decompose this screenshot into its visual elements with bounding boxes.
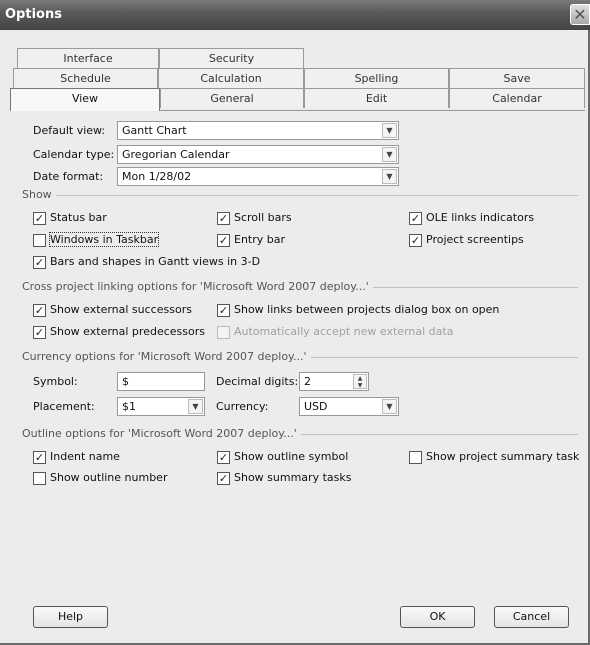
external-predecessors-label: Show external predecessors — [50, 325, 205, 338]
show-group-line — [48, 195, 578, 196]
placement-value: $1 — [122, 400, 136, 413]
bars-3d-label: Bars and shapes in Gantt views in 3-D — [50, 255, 261, 268]
summary-tasks-checkbox[interactable]: ✓ — [217, 472, 230, 485]
external-successors-checkbox[interactable]: ✓ — [33, 304, 46, 317]
spin-down-icon: ▼ — [357, 382, 363, 389]
title-bar: Options ✕ — [0, 0, 590, 30]
external-successors-label: Show external successors — [50, 303, 192, 316]
check-icon: ✓ — [218, 304, 229, 317]
tab-calculation[interactable]: Calculation — [158, 68, 304, 88]
scroll-bars-checkbox[interactable]: ✓ — [217, 212, 230, 225]
check-icon: ✓ — [218, 212, 229, 225]
project-summary-checkbox[interactable] — [409, 451, 422, 464]
chevron-down-icon: ▼ — [382, 123, 397, 138]
tab-edit[interactable]: Edit — [304, 88, 449, 108]
show-group-title: Show — [22, 188, 56, 201]
summary-tasks-label: Show summary tasks — [234, 471, 352, 484]
decimal-digits-value: 2 — [304, 375, 311, 388]
outline-number-label: Show outline number — [50, 471, 168, 484]
calendar-type-value: Gregorian Calendar — [122, 148, 230, 161]
chevron-down-icon: ▼ — [382, 169, 397, 184]
currency-group-title: Currency options for 'Microsoft Word 200… — [22, 350, 311, 363]
date-format-label: Date format: — [33, 170, 104, 183]
chevron-down-icon: ▼ — [382, 399, 397, 414]
date-format-value: Mon 1/28/02 — [122, 170, 192, 183]
chevron-down-icon: ▼ — [382, 147, 397, 162]
dialog-title: Options — [5, 7, 62, 22]
currency-label: Currency: — [216, 400, 269, 413]
cross-project-group-title: Cross project linking options for 'Micro… — [22, 280, 373, 293]
tab-interface[interactable]: Interface — [17, 48, 159, 68]
default-view-label: Default view: — [33, 124, 106, 137]
symbol-label: Symbol: — [33, 375, 78, 388]
tab-schedule[interactable]: Schedule — [13, 68, 158, 88]
check-icon: ✓ — [34, 326, 45, 339]
ole-links-checkbox[interactable]: ✓ — [409, 212, 422, 225]
entry-bar-checkbox[interactable]: ✓ — [217, 234, 230, 247]
show-links-dialog-label: Show links between projects dialog box o… — [234, 303, 500, 316]
check-icon: ✓ — [218, 472, 229, 485]
tab-security[interactable]: Security — [159, 48, 304, 68]
check-icon: ✓ — [410, 212, 421, 225]
tab-general[interactable]: General — [160, 88, 304, 108]
entry-bar-label: Entry bar — [234, 233, 286, 246]
tab-spelling[interactable]: Spelling — [304, 68, 449, 88]
indent-name-checkbox[interactable]: ✓ — [33, 451, 46, 464]
project-summary-label: Show project summary task — [426, 450, 580, 463]
windows-in-taskbar-label: Windows in Taskbar — [48, 232, 160, 247]
check-icon: ✓ — [218, 234, 229, 247]
check-icon: ✓ — [34, 256, 45, 269]
close-icon: ✕ — [573, 4, 587, 24]
date-format-select[interactable]: Mon 1/28/02 ▼ — [117, 167, 399, 186]
auto-accept-label: Automatically accept new external data — [234, 325, 454, 338]
check-icon: ✓ — [34, 212, 45, 225]
check-icon: ✓ — [218, 451, 229, 464]
check-icon: ✓ — [34, 451, 45, 464]
default-view-select[interactable]: Gantt Chart ▼ — [117, 121, 399, 140]
external-predecessors-checkbox[interactable]: ✓ — [33, 326, 46, 339]
ok-button[interactable]: OK — [400, 606, 475, 628]
symbol-value: $ — [122, 375, 129, 388]
cancel-button[interactable]: Cancel — [494, 606, 569, 628]
placement-label: Placement: — [33, 400, 95, 413]
help-button[interactable]: Help — [33, 606, 108, 628]
indent-name-label: Indent name — [50, 450, 120, 463]
check-icon: ✓ — [410, 234, 421, 247]
decimal-digits-stepper[interactable]: 2 ▲ ▼ — [299, 372, 369, 391]
outline-group-title: Outline options for 'Microsoft Word 2007… — [22, 427, 301, 440]
status-bar-label: Status bar — [50, 211, 107, 224]
currency-select[interactable]: USD ▼ — [299, 397, 399, 416]
scroll-bars-label: Scroll bars — [234, 211, 292, 224]
ole-links-label: OLE links indicators — [426, 211, 535, 224]
outline-symbol-label: Show outline symbol — [234, 450, 349, 463]
outline-number-checkbox[interactable] — [33, 472, 46, 485]
check-icon: ✓ — [34, 304, 45, 317]
currency-value: USD — [304, 400, 328, 413]
chevron-down-icon: ▼ — [188, 399, 203, 414]
spin-up-icon: ▲ — [357, 375, 363, 382]
tab-divider — [160, 110, 585, 111]
auto-accept-checkbox[interactable] — [217, 326, 230, 339]
tab-view[interactable]: View — [10, 88, 160, 111]
calendar-type-label: Calendar type: — [33, 148, 115, 161]
calendar-type-select[interactable]: Gregorian Calendar ▼ — [117, 145, 399, 164]
project-screentips-checkbox[interactable]: ✓ — [409, 234, 422, 247]
tab-save[interactable]: Save — [449, 68, 585, 88]
options-dialog: Options ✕ Interface Security Schedule Ca… — [0, 0, 590, 645]
project-screentips-label: Project screentips — [426, 233, 524, 246]
default-view-value: Gantt Chart — [122, 124, 187, 137]
outline-symbol-checkbox[interactable]: ✓ — [217, 451, 230, 464]
bars-3d-checkbox[interactable]: ✓ — [33, 256, 46, 269]
show-links-dialog-checkbox[interactable]: ✓ — [217, 304, 230, 317]
close-button[interactable]: ✕ — [570, 4, 590, 25]
status-bar-checkbox[interactable]: ✓ — [33, 212, 46, 225]
windows-in-taskbar-checkbox[interactable] — [33, 234, 46, 247]
placement-select[interactable]: $1 ▼ — [117, 397, 205, 416]
spinner-icon[interactable]: ▲ ▼ — [353, 374, 367, 389]
tab-calendar[interactable]: Calendar — [449, 88, 585, 108]
decimal-digits-label: Decimal digits: — [216, 375, 299, 388]
symbol-input[interactable]: $ — [117, 372, 205, 391]
